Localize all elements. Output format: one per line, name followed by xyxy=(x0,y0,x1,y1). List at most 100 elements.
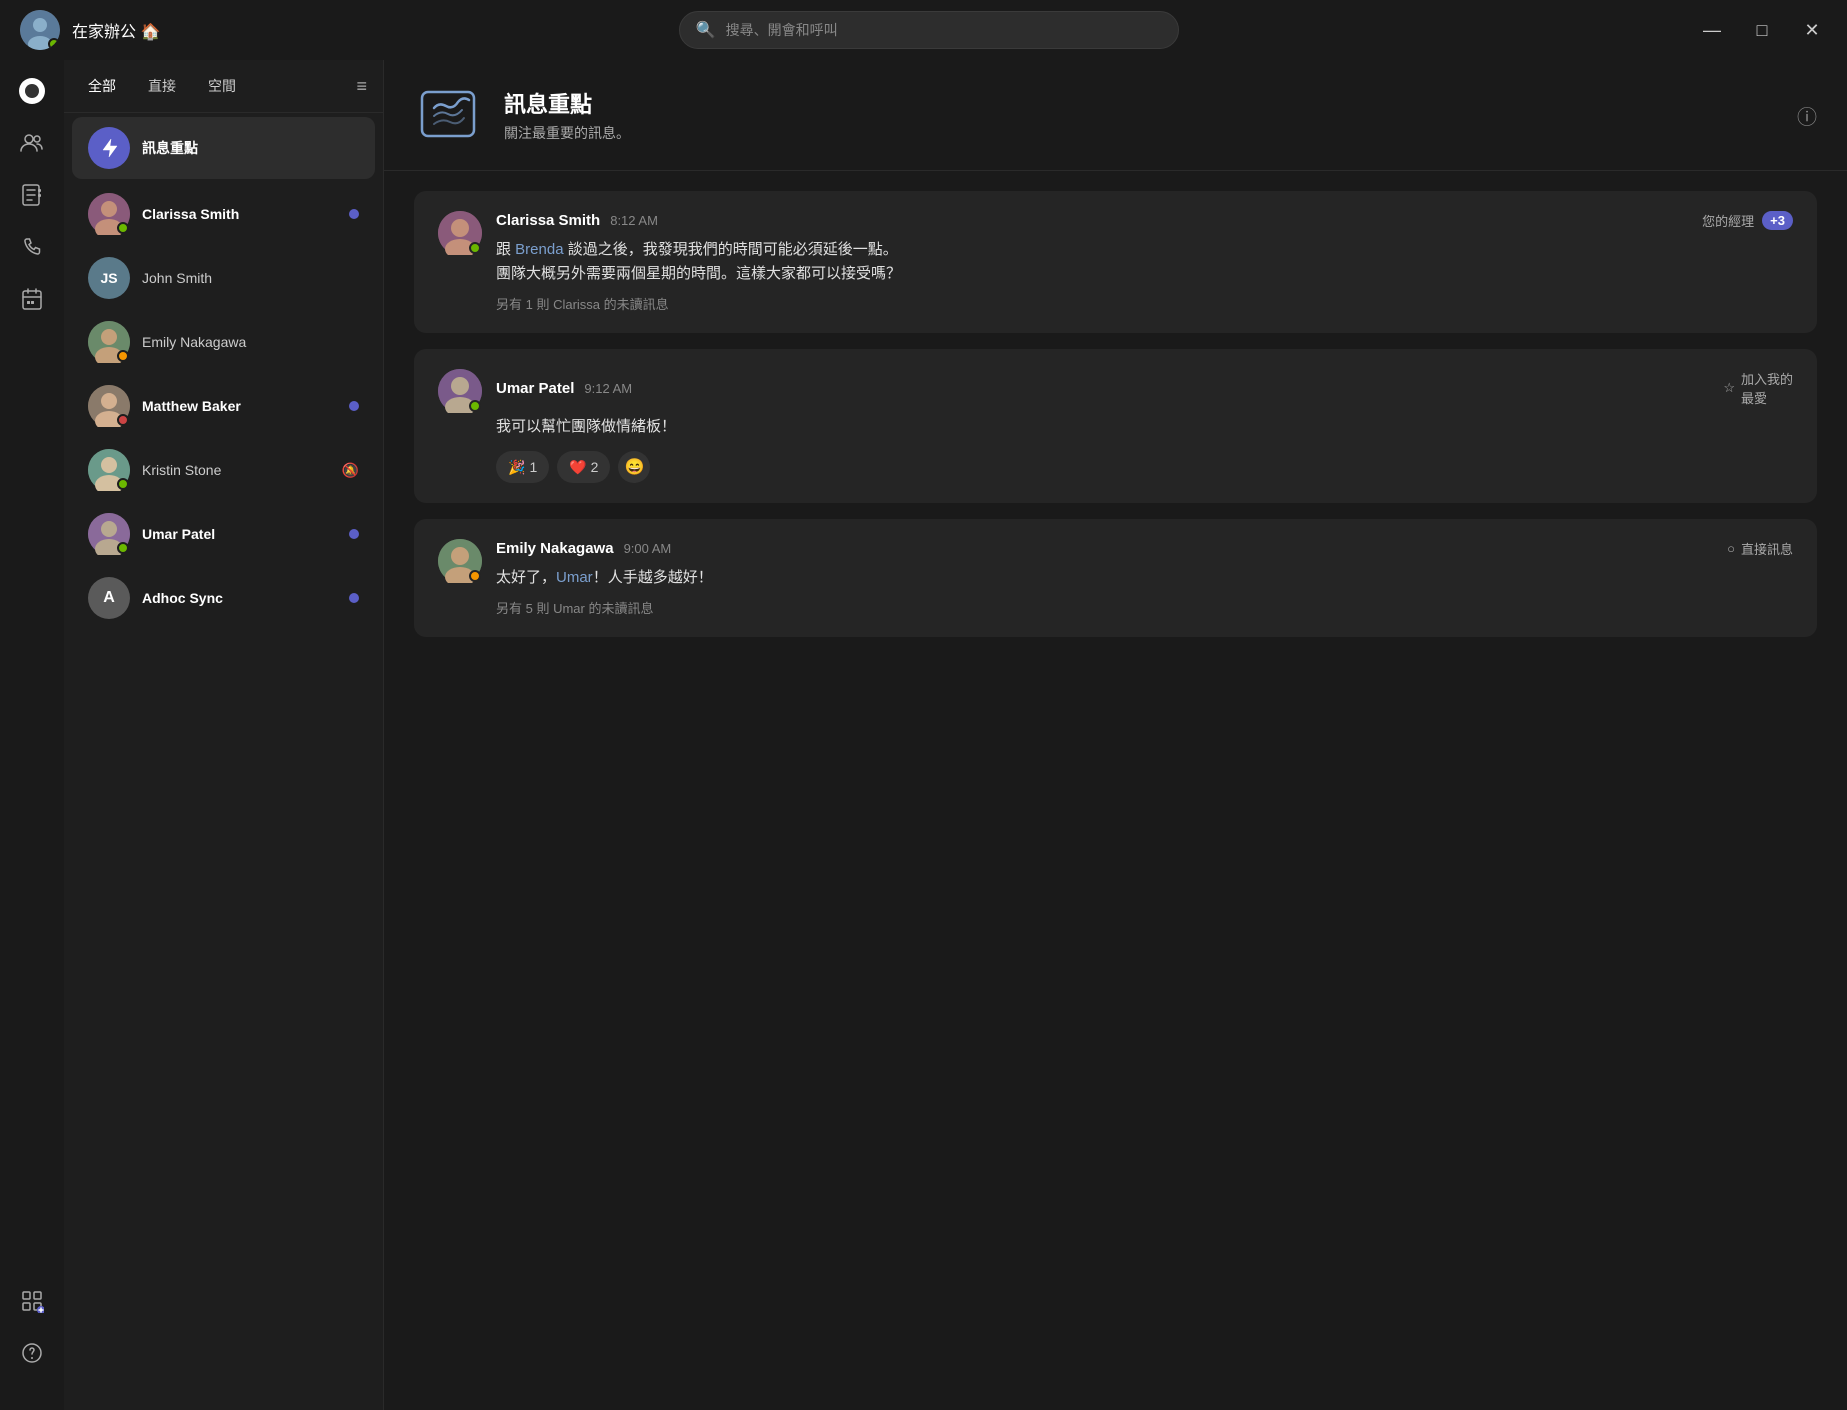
clarissa-msg-body: Clarissa Smith 8:12 AM 您的經理 +3 跟 Brenda … xyxy=(496,211,1793,313)
kristin-name: Kristin Stone xyxy=(142,462,330,478)
umar-msg-action[interactable]: ☆ 加入我的最愛 xyxy=(1723,369,1793,407)
maximize-button[interactable]: □ xyxy=(1747,15,1777,45)
star-icon: ☆ xyxy=(1723,380,1735,396)
umar-msg-header: Umar Patel 9:12 AM ☆ 加入我的最愛 我可以幫忙團隊做情緒板！… xyxy=(438,369,1793,483)
search-container: 🔍 搜尋、開會和呼叫 xyxy=(160,11,1697,49)
minimize-button[interactable]: — xyxy=(1697,15,1727,45)
kristin-info: Kristin Stone xyxy=(142,462,330,478)
emily-msg-meta: Emily Nakagawa 9:00 AM ○ 直接訊息 xyxy=(496,539,1793,558)
umar-msg-avatar xyxy=(438,369,482,413)
clarissa-smith-avatar xyxy=(88,193,130,235)
chat-item-clarissa-smith[interactable]: Clarissa Smith xyxy=(72,183,375,245)
matthew-avatar xyxy=(88,385,130,427)
chat-item-matthew-baker[interactable]: Matthew Baker xyxy=(72,375,375,437)
highlights-info: 訊息重點 xyxy=(142,138,359,158)
clarissa-unread-info: 另有 1 則 Clarissa 的未讀訊息 xyxy=(496,294,1793,313)
user-status-text: 在家辦公 🏠 xyxy=(72,18,160,42)
matthew-info: Matthew Baker xyxy=(142,398,337,414)
help-icon xyxy=(20,1341,44,1371)
heart-emoji: ❤️ xyxy=(569,459,586,476)
filter-space[interactable]: 空間 xyxy=(200,72,244,100)
highlights-name: 訊息重點 xyxy=(142,138,359,158)
people-icon xyxy=(20,131,44,161)
chat-item-umar-patel[interactable]: Umar Patel xyxy=(72,503,375,565)
message-card-emily: Emily Nakagawa 9:00 AM ○ 直接訊息 太好了，Umar！人… xyxy=(414,519,1817,637)
reaction-heart[interactable]: ❤️ 2 xyxy=(557,451,610,483)
chat-item-kristin-stone[interactable]: Kristin Stone 🔕 xyxy=(72,439,375,501)
chat-item-adhoc-sync[interactable]: A Adhoc Sync xyxy=(72,567,375,629)
clarissa-msg-time: 8:12 AM xyxy=(610,213,658,228)
title-bar: 在家辦公 🏠 🔍 搜尋、開會和呼叫 — □ ✕ xyxy=(0,0,1847,60)
umar-action-label: 加入我的最愛 xyxy=(1741,369,1793,407)
sidebar-item-calendar[interactable] xyxy=(8,278,56,326)
sidebar-bottom xyxy=(8,1280,56,1400)
sidebar-item-chat[interactable] xyxy=(8,70,56,118)
chat-item-john-smith[interactable]: JS John Smith xyxy=(72,247,375,309)
emily-action-label: 直接訊息 xyxy=(1741,539,1793,558)
title-bar-left: 在家辦公 🏠 xyxy=(20,10,160,50)
close-button[interactable]: ✕ xyxy=(1797,15,1827,45)
main-layout: 全部 直接 空間 ≡ 訊息重點 xyxy=(0,60,1847,1410)
umar-avatar xyxy=(88,513,130,555)
add-reaction-button[interactable]: 😄 xyxy=(618,451,650,483)
emily-avatar xyxy=(88,321,130,363)
matthew-name: Matthew Baker xyxy=(142,398,337,414)
channel-title: 訊息重點 xyxy=(504,87,1777,119)
clarissa-msg-name: Clarissa Smith xyxy=(496,212,600,229)
sidebar-item-phone[interactable] xyxy=(8,226,56,274)
channel-header: 訊息重點 關注最重要的訊息。 ⓘ xyxy=(384,60,1847,171)
emily-msg-name: Emily Nakagawa xyxy=(496,540,614,557)
sidebar-item-people[interactable] xyxy=(8,122,56,170)
calendar-icon xyxy=(20,287,44,317)
matthew-unread xyxy=(349,401,359,411)
umar-name: Umar Patel xyxy=(142,526,337,542)
channel-icon xyxy=(414,80,484,150)
message-card-umar: Umar Patel 9:12 AM ☆ 加入我的最愛 我可以幫忙團隊做情緒板！… xyxy=(414,349,1817,503)
add-reaction-icon: 😄 xyxy=(625,457,645,477)
filter-direct[interactable]: 直接 xyxy=(140,72,184,100)
emily-info: Emily Nakagawa xyxy=(142,334,359,350)
sidebar-item-apps[interactable] xyxy=(8,1280,56,1328)
search-bar[interactable]: 🔍 搜尋、開會和呼叫 xyxy=(679,11,1179,49)
emily-msg-action[interactable]: ○ 直接訊息 xyxy=(1727,539,1793,558)
clarissa-msg-meta: Clarissa Smith 8:12 AM 您的經理 +3 xyxy=(496,211,1793,230)
chat-item-emily-nakagawa[interactable]: Emily Nakagawa xyxy=(72,311,375,373)
umar-status xyxy=(117,542,129,554)
chat-list-header: 全部 直接 空間 ≡ xyxy=(64,60,383,113)
emily-msg-text: 太好了，Umar！人手越多越好！ xyxy=(496,566,1793,590)
emily-mention: Umar xyxy=(556,569,593,586)
chat-list-menu-icon[interactable]: ≡ xyxy=(356,76,367,97)
clarissa-status xyxy=(117,222,129,234)
chat-item-highlights[interactable]: 訊息重點 xyxy=(72,117,375,179)
messages-container: Clarissa Smith 8:12 AM 您的經理 +3 跟 Brenda … xyxy=(384,171,1847,1410)
chat-icon xyxy=(19,78,45,110)
adhoc-name: Adhoc Sync xyxy=(142,590,337,606)
search-placeholder: 搜尋、開會和呼叫 xyxy=(726,20,838,40)
matthew-status xyxy=(117,414,129,426)
contacts-icon xyxy=(20,183,44,213)
john-name: John Smith xyxy=(142,270,359,286)
emily-unread-info: 另有 5 則 Umar 的未讀訊息 xyxy=(496,598,1793,617)
heart-count: 2 xyxy=(591,459,599,475)
sidebar-item-contacts[interactable] xyxy=(8,174,56,222)
umar-msg-meta: Umar Patel 9:12 AM ☆ 加入我的最愛 xyxy=(496,369,1793,407)
john-smith-avatar: JS xyxy=(88,257,130,299)
reaction-party[interactable]: 🎉 1 xyxy=(496,451,549,483)
sidebar-item-help[interactable] xyxy=(8,1332,56,1380)
channel-info-icon[interactable]: ⓘ xyxy=(1797,101,1817,130)
emily-name: Emily Nakagawa xyxy=(142,334,359,350)
user-avatar[interactable] xyxy=(20,10,60,50)
umar-msg-status xyxy=(469,400,481,412)
kristin-mute-icon: 🔕 xyxy=(342,462,359,479)
filter-all[interactable]: 全部 xyxy=(80,72,124,100)
kristin-avatar xyxy=(88,449,130,491)
emily-msg-time: 9:00 AM xyxy=(624,541,672,556)
channel-subtitle: 關注最重要的訊息。 xyxy=(504,123,1777,143)
main-content: 訊息重點 關注最重要的訊息。 ⓘ xyxy=(384,60,1847,1410)
sidebar-icons xyxy=(0,60,64,1410)
clarissa-msg-status xyxy=(469,242,481,254)
chat-list-panel: 全部 直接 空間 ≡ 訊息重點 xyxy=(64,60,384,1410)
clarissa-badge-count: +3 xyxy=(1762,211,1793,230)
adhoc-info: Adhoc Sync xyxy=(142,590,337,606)
umar-msg-time: 9:12 AM xyxy=(584,381,632,396)
